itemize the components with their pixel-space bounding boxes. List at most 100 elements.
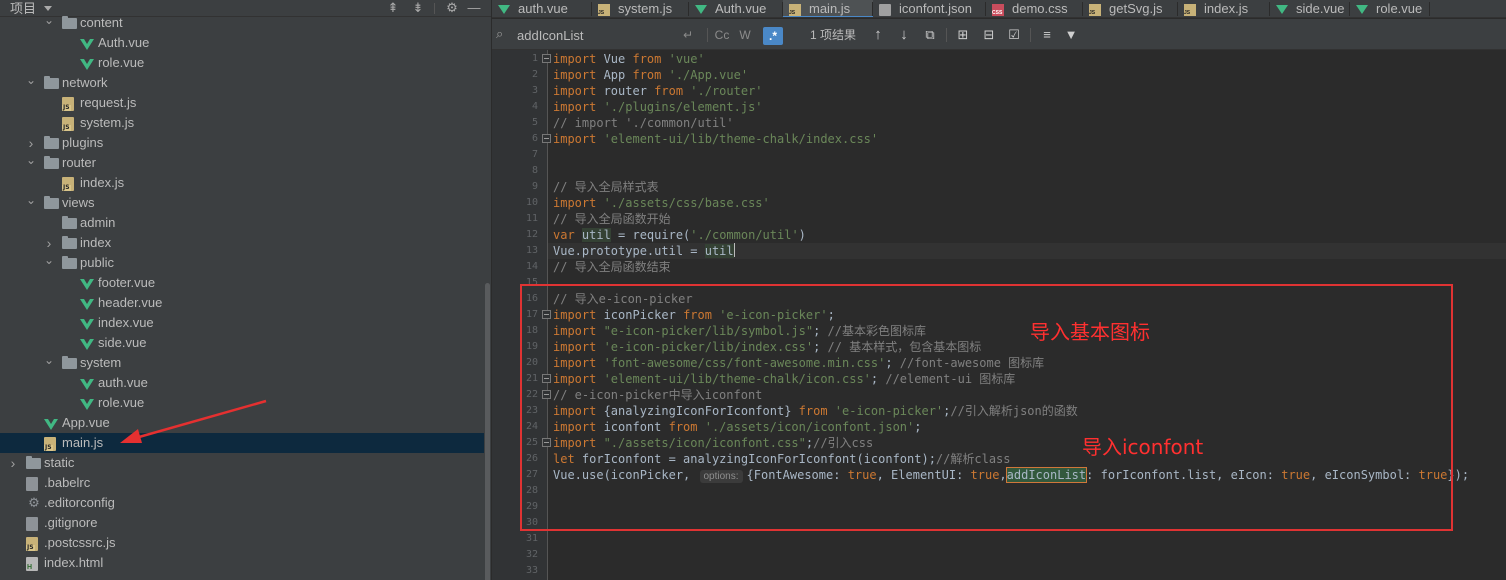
- tab-role-vue[interactable]: role.vue: [1350, 0, 1430, 17]
- code-token: var: [553, 228, 582, 242]
- tree-item[interactable]: .postcssrc.js: [0, 533, 484, 553]
- chevron-right-icon[interactable]: ›: [8, 453, 18, 473]
- code-line[interactable]: import 'element-ui/lib/theme-chalk/index…: [553, 131, 878, 147]
- filter-icon[interactable]: ▼: [1062, 25, 1080, 45]
- code-line[interactable]: // 导入全局函数结束: [553, 259, 671, 275]
- tree-item[interactable]: request.js: [0, 93, 484, 113]
- tree-item[interactable]: index.html: [0, 553, 484, 573]
- tree-item-label: .editorconfig: [44, 495, 115, 510]
- tree-item[interactable]: › plugins: [0, 133, 484, 153]
- tab-iconfont-json[interactable]: iconfont.json: [873, 0, 986, 17]
- tree-item[interactable]: › index: [0, 233, 484, 253]
- chevron-down-icon[interactable]: ⌄: [26, 73, 36, 93]
- tab-demo-css[interactable]: demo.css: [986, 0, 1083, 17]
- tree-item[interactable]: index.vue: [0, 313, 484, 333]
- line-number: 31: [525, 533, 538, 544]
- code-line[interactable]: // import './common/util': [553, 115, 734, 131]
- tab-system-js[interactable]: system.js: [592, 0, 689, 17]
- search-input[interactable]: [517, 25, 677, 45]
- filter-options-icon[interactable]: ≡: [1038, 25, 1056, 45]
- code-line[interactable]: import Vue from 'vue': [553, 51, 705, 67]
- tree-item[interactable]: ⌄ public: [0, 253, 484, 273]
- vue-file-icon: [44, 419, 58, 430]
- code-token: router: [603, 84, 655, 98]
- new-line-icon[interactable]: ↵: [680, 25, 696, 45]
- tree-item[interactable]: .babelrc: [0, 473, 484, 493]
- tree-item[interactable]: footer.vue: [0, 273, 484, 293]
- tree-item[interactable]: .gitignore: [0, 513, 484, 533]
- previous-occurrence-icon[interactable]: ↑: [870, 25, 886, 45]
- line-number: 6: [531, 133, 538, 144]
- tree-item[interactable]: ⌄ views: [0, 193, 484, 213]
- tab-auth-vue[interactable]: auth.vue: [492, 0, 592, 17]
- tree-item[interactable]: ⚙ .editorconfig: [0, 493, 484, 513]
- editor-tabs: auth.vue system.js Auth.vue main.js iconfont…: [492, 0, 1506, 18]
- tree-item-label: index.js: [80, 175, 125, 190]
- annotation-highlight-box: [520, 284, 1453, 531]
- chevron-right-icon[interactable]: ›: [44, 233, 54, 253]
- chevron-down-icon[interactable]: ⌄: [26, 153, 36, 173]
- chevron-down-icon[interactable]: ⌄: [44, 253, 54, 273]
- editor-scrollbar[interactable]: [1494, 50, 1506, 580]
- next-occurrence-icon[interactable]: ↓: [896, 25, 912, 45]
- tree-item[interactable]: system.js: [0, 113, 484, 133]
- remove-selection-icon[interactable]: ⊟: [980, 25, 998, 45]
- chevron-down-icon[interactable]: ⌄: [26, 193, 36, 213]
- add-selection-icon[interactable]: ⊞: [954, 25, 972, 45]
- tree-item[interactable]: auth.vue: [0, 373, 484, 393]
- select-all-matches-icon[interactable]: ☑: [1005, 25, 1023, 45]
- search-icon[interactable]: ⌕: [496, 27, 510, 41]
- js-file-icon: [1089, 4, 1101, 16]
- line-number: 9: [531, 181, 538, 192]
- code-editor[interactable]: 1 2 3 4 5 6 7 8 9 10 11 12 13 14 15 16 17 18 19 20 21 22 23 24 2…: [492, 50, 1506, 580]
- code-line[interactable]: Vue.prototype.util = util: [553, 243, 735, 259]
- code-token: import: [553, 84, 604, 98]
- fold-icon[interactable]: [542, 134, 551, 143]
- code-line[interactable]: var util = require('./common/util'): [553, 227, 806, 243]
- vue-file-icon: [80, 59, 94, 70]
- tab-main-js[interactable]: main.js: [783, 0, 873, 17]
- regex-toggle[interactable]: .*: [763, 27, 783, 45]
- tab-index-js[interactable]: index.js: [1178, 0, 1270, 17]
- tab-side-vue[interactable]: side.vue: [1270, 0, 1350, 17]
- code-line[interactable]: // 导入全局样式表: [553, 179, 659, 195]
- chevron-down-icon[interactable]: ⌄: [44, 13, 54, 33]
- annotation-basic-icons: 导入基本图标: [1030, 320, 1150, 344]
- tree-item[interactable]: role.vue: [0, 53, 484, 73]
- tree-item[interactable]: side.vue: [0, 333, 484, 353]
- tab-auth-vue[interactable]: Auth.vue: [689, 0, 783, 17]
- tree-item[interactable]: admin: [0, 213, 484, 233]
- fold-icon[interactable]: [542, 54, 551, 63]
- code-line[interactable]: import App from './App.vue': [553, 67, 748, 83]
- tree-item-label: index.vue: [98, 315, 154, 330]
- chevron-down-icon[interactable]: ⌄: [44, 353, 54, 373]
- tree-item[interactable]: ⌄ network: [0, 73, 484, 93]
- tree-item[interactable]: ⌄ router: [0, 153, 484, 173]
- tab-getsvg-js[interactable]: getSvg.js: [1083, 0, 1178, 17]
- js-file-icon: [789, 4, 801, 16]
- code-line[interactable]: import './assets/css/base.css': [553, 195, 770, 211]
- code-line[interactable]: // 导入全局函数开始: [553, 211, 671, 227]
- search-field[interactable]: ⌕ ↵: [492, 23, 706, 47]
- scrollbar-thumb[interactable]: [485, 283, 490, 580]
- line-number: 4: [531, 101, 538, 112]
- chevron-right-icon[interactable]: ›: [26, 133, 36, 153]
- tree-item[interactable]: › static: [0, 453, 484, 473]
- line-number: 32: [525, 549, 538, 560]
- tree-item[interactable]: Auth.vue: [0, 33, 484, 53]
- tree-item[interactable]: index.js: [0, 173, 484, 193]
- vue-file-icon: [80, 379, 94, 390]
- tree-item[interactable]: ⌄ content: [0, 13, 484, 33]
- select-all-occurrences-icon[interactable]: ⧉: [922, 25, 938, 45]
- find-bar: ⌕ ↵ Cc W .* 1 项结果 ↑ ↓ ⧉ ⊞ ⊟ ☑ ≡ ▼: [492, 19, 1506, 50]
- code-line[interactable]: import router from './router': [553, 83, 763, 99]
- tree-item[interactable]: ⌄ system: [0, 353, 484, 373]
- code-token: './assets/css/base.css': [603, 196, 770, 210]
- tree-item-label: App.vue: [62, 415, 110, 430]
- code-line[interactable]: import './plugins/element.js': [553, 99, 763, 115]
- project-scrollbar[interactable]: [484, 17, 491, 580]
- tree-item[interactable]: header.vue: [0, 293, 484, 313]
- chevron-down-icon[interactable]: [44, 6, 52, 11]
- whole-words-toggle[interactable]: W: [738, 25, 752, 45]
- match-case-toggle[interactable]: Cc: [712, 25, 732, 45]
